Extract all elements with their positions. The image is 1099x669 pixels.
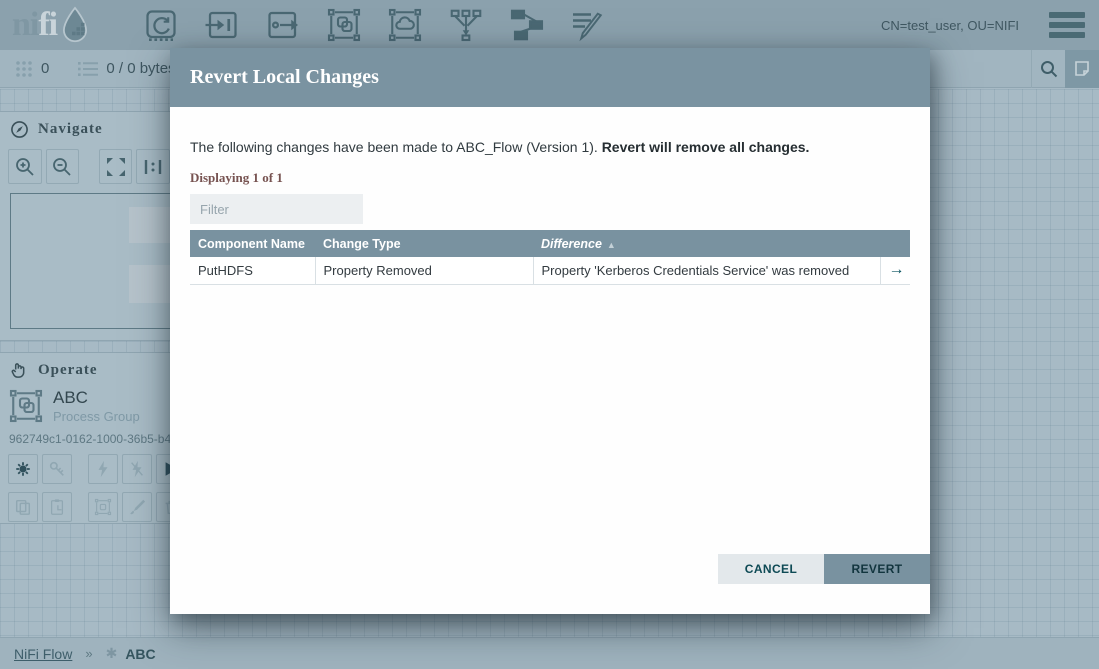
minimap-component bbox=[129, 265, 170, 303]
local-changes-table: Component Name Change Type Difference▲ P… bbox=[190, 230, 910, 285]
output-port-icon[interactable] bbox=[264, 6, 302, 44]
copy-button[interactable] bbox=[8, 492, 38, 522]
go-to-component-icon[interactable]: → bbox=[889, 261, 905, 278]
cell-component-name: PutHDFS bbox=[190, 257, 315, 284]
breadcrumb-separator: » bbox=[85, 646, 92, 661]
operate-title: Operate bbox=[38, 362, 97, 379]
bulletin-note-button[interactable] bbox=[1065, 50, 1099, 88]
zoom-out-button[interactable] bbox=[46, 149, 80, 184]
nifi-logo-text: nifi bbox=[12, 0, 57, 50]
column-header-change-type[interactable]: Change Type bbox=[315, 230, 533, 257]
access-policies-button[interactable] bbox=[42, 454, 72, 484]
search-icon bbox=[1039, 59, 1059, 79]
nifi-logo: nifi bbox=[12, 0, 124, 50]
remote-process-group-icon[interactable] bbox=[386, 6, 424, 44]
nav-button-spacer bbox=[83, 149, 95, 184]
breadcrumb-root-link[interactable]: NiFi Flow bbox=[14, 646, 72, 662]
table-row[interactable]: PutHDFS Property Removed Property 'Kerbe… bbox=[190, 257, 910, 284]
column-header-actions bbox=[880, 230, 910, 257]
selected-component-type: Process Group bbox=[53, 408, 140, 425]
configure-button[interactable] bbox=[8, 454, 38, 484]
enable-button[interactable] bbox=[88, 454, 118, 484]
processor-icon[interactable] bbox=[142, 6, 180, 44]
funnel-icon[interactable] bbox=[447, 6, 485, 44]
active-thread-count-value: 0 bbox=[41, 60, 49, 77]
change-color-button[interactable] bbox=[122, 492, 152, 522]
global-menu-button[interactable] bbox=[1049, 12, 1085, 38]
compass-icon bbox=[10, 120, 29, 139]
breadcrumb-current[interactable]: ABC bbox=[125, 646, 155, 662]
filter-input[interactable] bbox=[190, 194, 363, 224]
hand-icon bbox=[10, 361, 29, 380]
current-user: CN=test_user, OU=NIFI bbox=[881, 18, 1019, 33]
sort-asc-icon: ▲ bbox=[607, 240, 616, 250]
selected-component-name: ABC bbox=[53, 388, 140, 408]
nifi-droplet-icon bbox=[57, 5, 93, 45]
selected-component-id: 962749c1-0162-1000-36b5-b4 bbox=[9, 432, 170, 446]
input-port-icon[interactable] bbox=[203, 6, 241, 44]
note-icon bbox=[1073, 60, 1091, 78]
process-group-badge-icon bbox=[8, 388, 44, 424]
label-icon[interactable] bbox=[569, 6, 607, 44]
breadcrumb: NiFi Flow » ✱ ABC bbox=[0, 637, 1099, 669]
queued-flowfiles: 0 / 0 bytes bbox=[77, 59, 175, 79]
zoom-in-button[interactable] bbox=[8, 149, 42, 184]
active-thread-count: 0 bbox=[14, 59, 49, 79]
revert-button[interactable]: REVERT bbox=[824, 554, 930, 584]
paste-button[interactable] bbox=[42, 492, 72, 522]
queued-value: 0 / 0 bytes bbox=[106, 60, 175, 77]
version-state-icon: ✱ bbox=[106, 645, 118, 662]
cell-change-type: Property Removed bbox=[315, 257, 533, 284]
start-button[interactable] bbox=[156, 454, 170, 484]
revert-local-changes-dialog: Revert Local Changes The following chang… bbox=[170, 48, 930, 614]
column-header-difference[interactable]: Difference▲ bbox=[533, 230, 880, 257]
dialog-message: The following changes have been made to … bbox=[190, 107, 910, 155]
dialog-header: Revert Local Changes bbox=[170, 48, 930, 107]
zoom-actual-size-button[interactable] bbox=[136, 149, 170, 184]
search-button[interactable] bbox=[1031, 50, 1065, 88]
dialog-title: Revert Local Changes bbox=[190, 66, 379, 89]
results-summary: Displaying 1 of 1 bbox=[190, 170, 910, 186]
cell-difference: Property 'Kerberos Credentials Service' … bbox=[533, 257, 880, 284]
delete-button[interactable] bbox=[156, 492, 170, 522]
birdseye-minimap[interactable] bbox=[10, 193, 170, 329]
nifi-application: nifi bbox=[0, 0, 1099, 669]
operate-palette: Operate ABC Process Group 962749c1-0162-… bbox=[0, 352, 170, 524]
app-header: nifi bbox=[0, 0, 1099, 50]
minimap-component bbox=[129, 207, 170, 243]
template-icon[interactable] bbox=[508, 6, 546, 44]
create-group-button[interactable] bbox=[88, 492, 118, 522]
queue-list-icon bbox=[77, 59, 99, 79]
dialog-message-emphasis: Revert will remove all changes. bbox=[602, 139, 810, 155]
column-header-component-name[interactable]: Component Name bbox=[190, 230, 315, 257]
threads-grid-icon bbox=[14, 59, 34, 79]
zoom-fit-button[interactable] bbox=[99, 149, 133, 184]
navigate-title: Navigate bbox=[38, 121, 103, 138]
disable-button[interactable] bbox=[122, 454, 152, 484]
navigate-palette: Navigate bbox=[0, 111, 170, 341]
process-group-icon[interactable] bbox=[325, 6, 363, 44]
cancel-button[interactable]: CANCEL bbox=[718, 554, 824, 584]
component-toolbar bbox=[142, 6, 607, 44]
